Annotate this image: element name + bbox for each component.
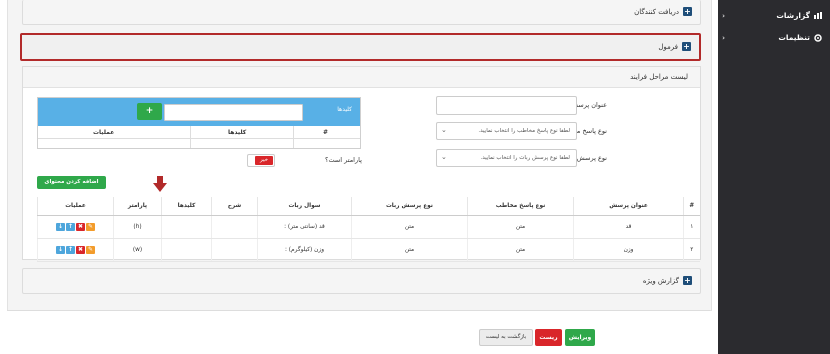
cell-bot-question: وزن (کیلوگرم) : [257,238,352,262]
cell-desc [211,238,258,262]
is-parameter-toggle[interactable]: خیر [247,154,275,167]
keywords-header: کلیدها + [38,98,360,126]
keywords-title: کلیدها [337,106,352,113]
cell-ops: ↓ ↑ ✖ ✎ [37,238,114,262]
move-up-icon[interactable]: ↑ [66,246,75,254]
th-param: پارامتر [113,197,162,216]
th-bot-type: نوع پرسش ربات [351,197,468,216]
move-down-icon[interactable]: ↓ [56,246,65,254]
question-title-input[interactable] [436,96,577,115]
delete-icon[interactable]: ✖ [76,246,85,254]
cell-param: (h) [113,215,162,239]
is-parameter-label: پارامتر است؟ [325,156,362,164]
gear-icon [814,33,822,42]
cell-bot-question: قد (سانتی متر) : [257,215,352,239]
panel-title: گزارش ویژه [642,276,679,285]
sidebar-item-label: تنظیمات [778,33,810,42]
chevron-left-icon: ‹ [722,11,725,20]
cell-answer-type: متن [467,238,574,262]
divider [7,310,710,311]
th-answer-type: نوع پاسخ مخاطب [467,197,574,216]
special-report-panel[interactable]: + گزارش ویژه [22,268,701,294]
col-num: # [323,129,329,136]
sidebar-item-reports[interactable]: ‹ گزارشات [718,11,822,20]
chevron-down-icon: ⌄ [441,126,447,134]
col-keys: کلیدها [228,129,247,136]
cell-title: قد [573,215,684,239]
move-down-icon[interactable]: ↓ [56,223,65,231]
table-row: ۲ وزن متن متن وزن (کیلوگرم) : (w) ↓ ↑ ✖ … [37,238,700,262]
cell-bot-type: متن [351,215,468,239]
section-title: لیست مراحل فرایند [630,73,688,81]
th-bot-question: سوال ربات [257,197,352,216]
cell-bot-type: متن [351,238,468,262]
move-up-icon[interactable]: ↑ [66,223,75,231]
plus-icon: + [682,42,691,51]
edit-icon[interactable]: ✎ [86,246,95,254]
th-ops: عملیات [37,197,114,216]
chevron-down-icon: ⌄ [441,153,447,161]
bot-question-type-placeholder: لطفا نوع پرسش ربات را انتخاب نمایید. [480,155,570,161]
cell-title: وزن [573,238,684,262]
steps-table: # عنوان پرسش نوع پاسخ مخاطب نوع پرسش ربا… [37,197,700,262]
plus-icon: + [683,7,692,16]
answer-type-select[interactable]: لطفا نوع پاسخ مخاطب را انتخاب نمایید. ⌄ [436,122,577,140]
cell-keys [161,215,212,239]
panel-title: فرمول [658,42,678,51]
table-row: ۱ قد متن متن قد (سانتی متر) : (h) ↓ ↑ ✖ … [37,215,700,239]
bot-question-type-select[interactable]: لطفا نوع پرسش ربات را انتخاب نمایید. ⌄ [436,149,577,167]
add-button-content-button[interactable]: اضافه کردن محتوای دکمه [37,176,106,198]
cell-desc [211,215,258,239]
keywords-box: کلیدها + # کلیدها عملیات [37,97,361,149]
edit-icon[interactable]: ✎ [86,223,95,231]
recipients-panel[interactable]: + دریافت کنندگان [22,0,701,25]
sidebar: ‹ گزارشات ‹ تنظیمات [718,0,830,354]
arrow-down-icon [153,176,167,192]
th-keys: کلیدها [161,197,212,216]
delete-icon[interactable]: ✖ [76,223,85,231]
th-desc: شرح [211,197,258,216]
main-content: + دریافت کنندگان + فرمول لیست مراحل فرای… [0,0,718,354]
sidebar-item-label: گزارشات [776,11,810,20]
cell-answer-type: متن [467,215,574,239]
th-num: # [683,197,700,216]
chevron-left-icon: ‹ [722,33,725,42]
cell-num: ۱ [683,215,700,239]
answer-type-placeholder: لطفا نوع پاسخ مخاطب را انتخاب نمایید. [478,128,570,134]
col-ops: عملیات [93,129,115,136]
add-keyword-button[interactable]: + [137,103,162,120]
divider [190,126,191,148]
panel-title: دریافت کنندگان [634,7,679,16]
toggle-value: خیر [255,156,273,165]
plus-icon: + [683,276,692,285]
keyword-input[interactable] [164,104,303,121]
sidebar-item-settings[interactable]: ‹ تنظیمات [718,33,822,42]
chart-icon [814,12,822,19]
th-question-title: عنوان پرسش [573,197,684,216]
reset-button[interactable]: ریست [535,329,562,346]
cell-keys [161,238,212,262]
formula-panel[interactable]: + فرمول [20,33,701,61]
cell-ops: ↓ ↑ ✖ ✎ [37,215,114,239]
back-to-list-button[interactable]: بازگشت به لیست [479,329,533,346]
divider [293,126,294,148]
cell-param: (w) [113,238,162,262]
table-header-row: # عنوان پرسش نوع پاسخ مخاطب نوع پرسش ربا… [37,197,700,216]
cell-num: ۲ [683,238,700,262]
keywords-columns: # کلیدها عملیات [38,126,360,139]
edit-button[interactable]: ویرایش [565,329,595,346]
section-header: لیست مراحل فرایند [23,67,700,88]
